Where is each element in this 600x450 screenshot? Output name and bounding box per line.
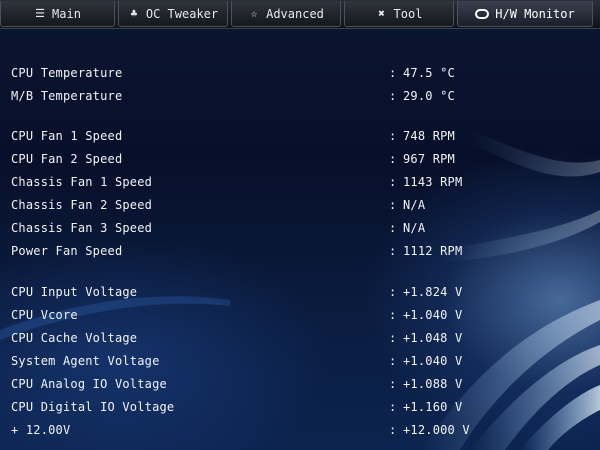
tab-tool-label: Tool (393, 6, 423, 21)
plus-12v-value: +12.000 V (403, 423, 470, 437)
separator: : (389, 175, 397, 189)
tab-advanced[interactable]: ☆ Advanced (231, 1, 341, 27)
cpu-fan-2-label: CPU Fan 2 Speed (11, 152, 123, 166)
cpu-digital-io-voltage-row: CPU Digital IO Voltage : +1.160 V (11, 398, 571, 416)
mb-temperature-value: 29.0 °C (403, 89, 455, 103)
separator: : (389, 331, 397, 345)
chassis-fan-1-value: 1143 RPM (403, 175, 463, 189)
tab-oc-tweaker-label: OC Tweaker (145, 6, 219, 21)
cpu-fan-1-value: 748 RPM (403, 129, 455, 143)
separator: : (389, 354, 397, 368)
separator: : (389, 129, 397, 143)
wrench-icon: ✖ (378, 7, 385, 20)
cpu-cache-voltage-value: +1.048 V (403, 331, 463, 345)
cpu-digital-io-voltage-label: CPU Digital IO Voltage (11, 400, 175, 414)
chassis-fan-1-row: Chassis Fan 1 Speed : 1143 RPM (11, 173, 571, 191)
chassis-fan-3-row: Chassis Fan 3 Speed : N/A (11, 219, 571, 237)
monitor-icon (475, 8, 490, 19)
separator: : (389, 244, 397, 258)
separator: : (389, 152, 397, 166)
cpu-temperature-row: CPU Temperature : 47.5 °C (11, 64, 571, 82)
cpu-input-voltage-label: CPU Input Voltage (11, 285, 138, 299)
cpu-cache-voltage-row: CPU Cache Voltage : +1.048 V (11, 329, 571, 347)
power-fan-value: 1112 RPM (403, 244, 463, 258)
chassis-fan-2-value: N/A (403, 198, 426, 212)
tab-hw-monitor[interactable]: H/W Monitor (457, 1, 593, 27)
tab-main-label: Main (52, 6, 81, 21)
chassis-fan-3-label: Chassis Fan 3 Speed (11, 221, 153, 235)
system-agent-voltage-label: System Agent Voltage (11, 354, 160, 368)
separator: : (389, 308, 397, 322)
separator: : (389, 285, 397, 299)
star-icon: ☆ (250, 7, 258, 20)
separator: : (389, 89, 397, 103)
bios-screen: ☰ Main ♣ OC Tweaker ☆ Advanced ✖ Tool H/… (0, 0, 600, 450)
mb-temperature-label: M/B Temperature (11, 89, 123, 103)
chassis-fan-1-label: Chassis Fan 1 Speed (11, 175, 153, 189)
cpu-fan-1-row: CPU Fan 1 Speed : 748 RPM (11, 127, 571, 145)
power-fan-row: Power Fan Speed : 1112 RPM (11, 242, 571, 260)
tab-tool[interactable]: ✖ Tool (344, 1, 454, 27)
list-icon: ☰ (35, 7, 45, 20)
cpu-temperature-label: CPU Temperature (11, 66, 123, 80)
cpu-vcore-label: CPU Vcore (11, 308, 78, 322)
separator: : (389, 198, 397, 212)
separator: : (389, 221, 397, 235)
cpu-analog-io-voltage-row: CPU Analog IO Voltage : +1.088 V (11, 375, 571, 393)
power-fan-label: Power Fan Speed (11, 244, 123, 258)
separator: : (389, 66, 397, 80)
cpu-cache-voltage-label: CPU Cache Voltage (11, 331, 138, 345)
separator: : (389, 423, 397, 437)
chassis-fan-2-row: Chassis Fan 2 Speed : N/A (11, 196, 571, 214)
tab-oc-tweaker[interactable]: ♣ OC Tweaker (118, 1, 228, 27)
cpu-analog-io-voltage-value: +1.088 V (403, 377, 463, 391)
tab-main[interactable]: ☰ Main (0, 1, 115, 27)
cpu-input-voltage-row: CPU Input Voltage : +1.824 V (11, 283, 571, 301)
clover-icon: ♣ (130, 7, 138, 20)
mb-temperature-row: M/B Temperature : 29.0 °C (11, 87, 571, 105)
cpu-temperature-value: 47.5 °C (403, 66, 455, 80)
chassis-fan-3-value: N/A (403, 221, 426, 235)
separator: : (389, 400, 397, 414)
plus-12v-row: + 12.00V : +12.000 V (11, 421, 571, 439)
system-agent-voltage-row: System Agent Voltage : +1.040 V (11, 352, 571, 370)
cpu-digital-io-voltage-value: +1.160 V (403, 400, 463, 414)
cpu-fan-2-row: CPU Fan 2 Speed : 967 RPM (11, 150, 571, 168)
cpu-fan-2-value: 967 RPM (403, 152, 455, 166)
tab-advanced-label: Advanced (266, 6, 324, 21)
separator: : (389, 377, 397, 391)
tab-bar: ☰ Main ♣ OC Tweaker ☆ Advanced ✖ Tool H/… (0, 0, 600, 29)
cpu-vcore-row: CPU Vcore : +1.040 V (11, 306, 571, 324)
plus-12v-label: + 12.00V (11, 423, 71, 437)
cpu-fan-1-label: CPU Fan 1 Speed (11, 129, 123, 143)
cpu-vcore-value: +1.040 V (403, 308, 463, 322)
chassis-fan-2-label: Chassis Fan 2 Speed (11, 198, 153, 212)
cpu-analog-io-voltage-label: CPU Analog IO Voltage (11, 377, 167, 391)
tab-hw-monitor-label: H/W Monitor (495, 6, 575, 21)
system-agent-voltage-value: +1.040 V (403, 354, 463, 368)
cpu-input-voltage-value: +1.824 V (403, 285, 463, 299)
